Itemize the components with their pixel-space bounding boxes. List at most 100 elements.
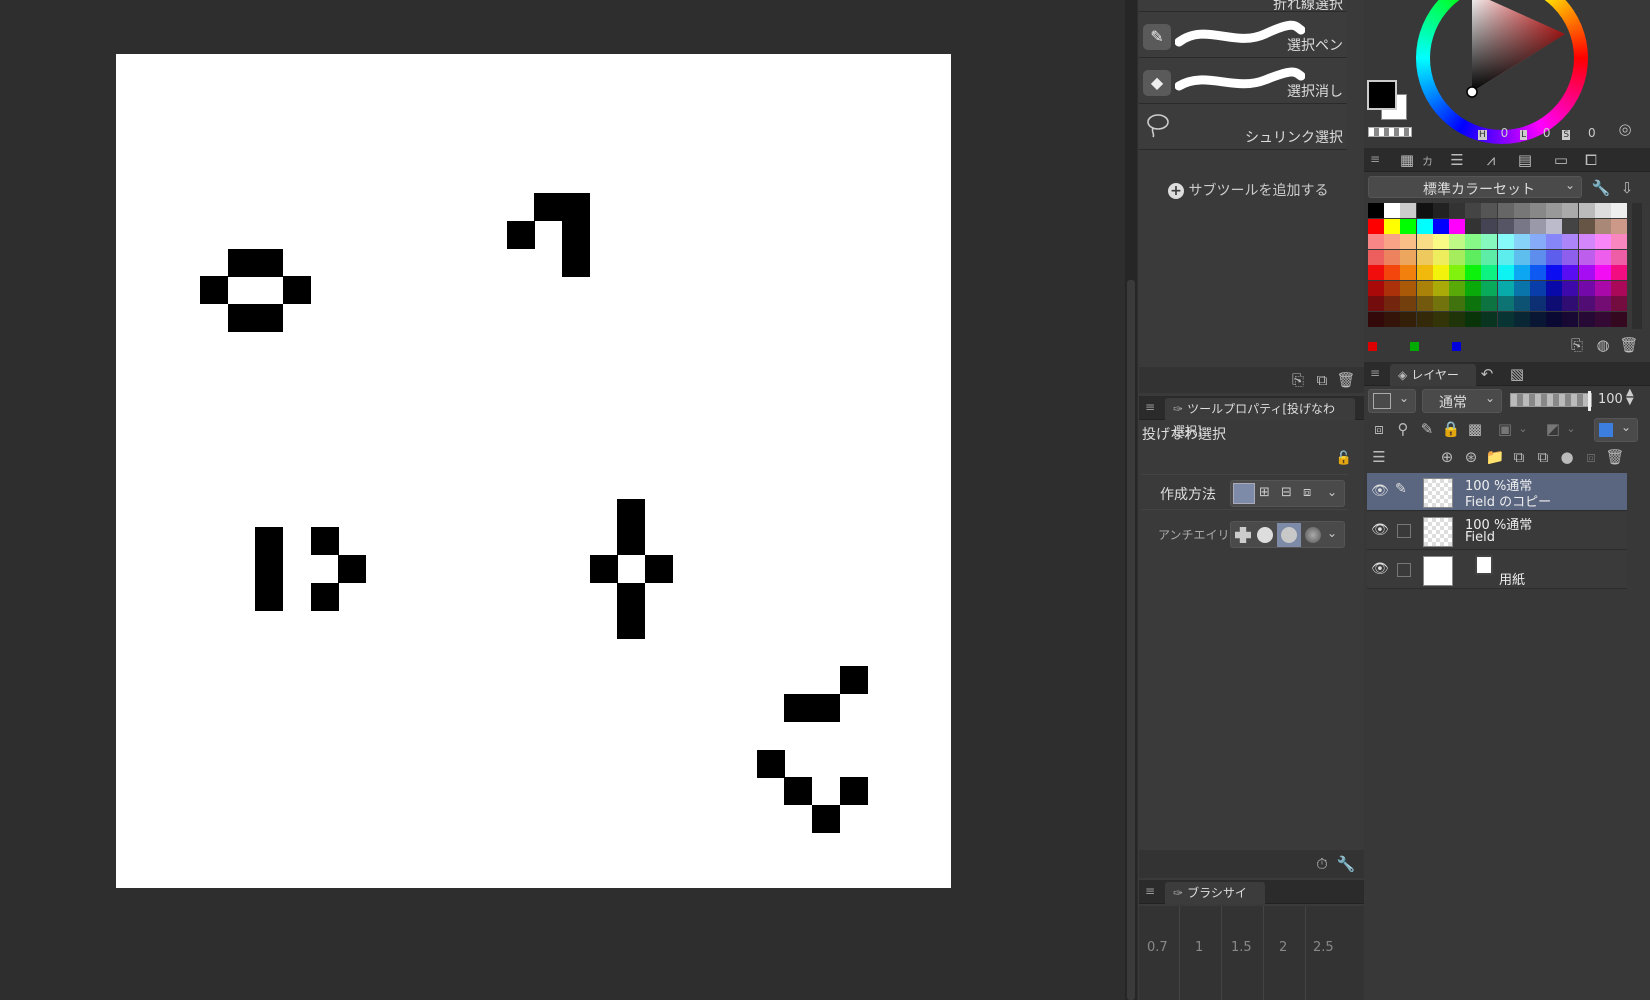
color-swatch[interactable]: [1513, 234, 1530, 249]
color-swatch[interactable]: [1546, 234, 1563, 249]
color-swatch[interactable]: [1416, 311, 1433, 327]
brush-size-value[interactable]: 2.5: [1313, 940, 1334, 955]
color-swatch[interactable]: [1449, 249, 1465, 265]
color-swatch[interactable]: [1546, 296, 1563, 311]
color-triangle[interactable]: [1440, 0, 1580, 102]
color-swatch[interactable]: [1594, 280, 1611, 296]
color-swatch[interactable]: [1530, 234, 1546, 249]
color-swatch[interactable]: [1594, 296, 1611, 311]
menu-icon[interactable]: ≡: [1370, 366, 1380, 380]
color-swatch[interactable]: [1416, 296, 1433, 311]
transparent-color-swatch[interactable]: [1368, 127, 1412, 137]
color-swatch[interactable]: [1546, 203, 1563, 218]
reset-icon[interactable]: ⏱: [1311, 853, 1333, 875]
color-swatch-grid[interactable]: [1368, 203, 1628, 329]
color-swatch[interactable]: [1400, 249, 1417, 265]
color-swatch[interactable]: [1400, 311, 1417, 327]
menu-icon[interactable]: ≡: [1370, 152, 1380, 166]
color-swatch[interactable]: [1578, 265, 1595, 280]
layer-row[interactable]: 👁 ✎ 100 %通常 Field のコピー: [1367, 473, 1627, 511]
drawing-canvas[interactable]: [116, 54, 951, 888]
color-swatch[interactable]: [1368, 234, 1384, 249]
lock-icon[interactable]: 🔓: [1333, 448, 1355, 470]
layer-mask-icon[interactable]: ●: [1556, 446, 1578, 468]
chevron-down-icon[interactable]: ⌄: [1560, 418, 1582, 440]
clip-lower-layer-icon[interactable]: ⧈: [1368, 418, 1390, 440]
subtool-item-shrink-selection[interactable]: シュリンク選択: [1139, 104, 1347, 150]
color-swatch[interactable]: [1611, 311, 1627, 327]
color-swatch[interactable]: [1449, 234, 1465, 249]
color-swatch[interactable]: [1611, 218, 1627, 234]
color-swatch[interactable]: [1465, 234, 1482, 249]
color-swatch[interactable]: [1384, 234, 1401, 249]
new-vector-layer-icon[interactable]: ⊛: [1460, 446, 1482, 468]
color-swatch[interactable]: [1611, 203, 1627, 218]
color-swatch[interactable]: [1611, 296, 1627, 311]
navigator-icon[interactable]: ⧠: [1580, 149, 1602, 171]
color-swatch[interactable]: [1400, 203, 1417, 218]
brush-size-value[interactable]: 2: [1279, 940, 1287, 955]
color-swatch[interactable]: [1432, 265, 1449, 280]
color-swatch[interactable]: [1465, 203, 1482, 218]
edit-target-checkbox[interactable]: [1397, 563, 1411, 577]
color-swatch[interactable]: [1384, 265, 1401, 280]
sub-view-icon[interactable]: ▭: [1550, 149, 1572, 171]
color-swatch[interactable]: [1562, 234, 1579, 249]
color-swatch[interactable]: [1449, 311, 1465, 327]
color-swatch[interactable]: [1368, 249, 1384, 265]
color-swatch[interactable]: [1465, 280, 1482, 296]
color-swatch[interactable]: [1578, 296, 1595, 311]
color-swatch[interactable]: [1594, 234, 1611, 249]
color-swatch[interactable]: [1546, 280, 1563, 296]
transfer-layer-icon[interactable]: ⧉: [1508, 446, 1530, 468]
lock-icon[interactable]: 🔒: [1440, 418, 1462, 440]
color-swatch[interactable]: [1497, 249, 1514, 265]
color-swatch[interactable]: [1368, 311, 1384, 327]
color-swatch[interactable]: [1611, 234, 1627, 249]
intermediate-color-icon[interactable]: ☰: [1446, 149, 1468, 171]
color-swatch[interactable]: [1400, 234, 1417, 249]
vertical-scrollbar-thumb[interactable]: [1127, 280, 1135, 1000]
color-swatch[interactable]: [1481, 203, 1498, 218]
history-icon[interactable]: ↶: [1476, 363, 1498, 385]
color-swatch[interactable]: [1432, 296, 1449, 311]
color-swatch[interactable]: [1465, 218, 1482, 234]
color-swatch[interactable]: [1546, 249, 1563, 265]
brush-size-grid[interactable]: 0.7 1 1.5 2 2.5: [1139, 906, 1365, 1000]
color-swatch[interactable]: [1368, 296, 1384, 311]
color-swatch[interactable]: [1368, 265, 1384, 280]
color-swatch[interactable]: [1400, 280, 1417, 296]
red-swatch[interactable]: [1368, 342, 1377, 351]
add-color-icon[interactable]: ⎘: [1566, 334, 1588, 356]
subtool-item-polyline[interactable]: 折れ線選択: [1139, 0, 1347, 13]
intersect-selection-icon[interactable]: ⧈: [1303, 485, 1311, 500]
color-swatch[interactable]: [1513, 249, 1530, 265]
color-swatch[interactable]: [1449, 280, 1465, 296]
color-swatch[interactable]: [1432, 249, 1449, 265]
trash-icon[interactable]: 🗑: [1618, 334, 1640, 356]
import-icon[interactable]: ⇩: [1616, 177, 1638, 199]
color-swatch[interactable]: [1497, 265, 1514, 280]
color-swatch[interactable]: [1432, 218, 1449, 234]
color-swatch[interactable]: [1546, 311, 1563, 327]
blend-mode-dropdown[interactable]: 通常 ⌄: [1422, 389, 1502, 413]
layer-color-toggle[interactable]: ⌄: [1594, 418, 1638, 442]
new-raster-layer-icon[interactable]: ⊕: [1436, 446, 1458, 468]
color-swatch[interactable]: [1578, 203, 1595, 218]
main-sub-color-indicator[interactable]: [1367, 80, 1409, 124]
layer-color-dropdown[interactable]: ⌄: [1368, 389, 1416, 413]
color-swatch[interactable]: [1513, 311, 1530, 327]
color-set-tab-icon[interactable]: ▦: [1396, 149, 1418, 171]
color-swatch[interactable]: [1578, 280, 1595, 296]
color-swatch[interactable]: [1384, 296, 1401, 311]
green-swatch[interactable]: [1410, 342, 1419, 351]
wrench-icon[interactable]: 🔧: [1335, 853, 1357, 875]
layer-row[interactable]: 👁 100 %通常 Field: [1367, 512, 1627, 550]
color-swatch[interactable]: [1481, 265, 1498, 280]
color-swatch[interactable]: [1416, 203, 1433, 218]
color-swatch[interactable]: [1449, 218, 1465, 234]
color-swatch[interactable]: [1465, 249, 1482, 265]
color-swatch[interactable]: [1513, 218, 1530, 234]
antialias-strong-icon[interactable]: [1305, 527, 1321, 543]
color-swatch[interactable]: [1384, 203, 1401, 218]
